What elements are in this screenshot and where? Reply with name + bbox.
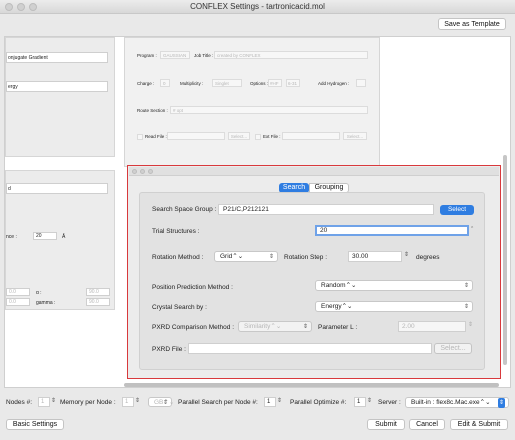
chevron-updown-icon: ⇕	[463, 283, 469, 289]
memory-input[interactable]: 1	[122, 397, 134, 407]
vertical-scrollbar[interactable]	[503, 155, 507, 365]
crystal-search-by-value: Energy	[321, 303, 342, 310]
left-d-field[interactable]: d	[6, 183, 108, 194]
parallel-search-stepper-icon[interactable]: ⇕	[277, 397, 282, 404]
server-select[interactable]: Built-in : flex8c.Mac.exe ⇕	[405, 397, 509, 408]
basis-set-input[interactable]: 6-31	[286, 79, 300, 87]
submit-button[interactable]: Submit	[367, 419, 405, 430]
program-label: Program :	[137, 53, 157, 58]
server-label: Server :	[378, 399, 401, 406]
space-group-select-button[interactable]: Select	[440, 205, 474, 215]
pxrd-file-label: PXRD File :	[152, 346, 186, 353]
multiplicity-select[interactable]: Singlet	[212, 79, 242, 87]
read-file-input[interactable]	[167, 132, 225, 140]
position-prediction-value: Random	[321, 282, 346, 289]
program-select[interactable]: GAUSSIAN	[160, 51, 190, 59]
rotation-step-label: Rotation Step :	[284, 254, 327, 261]
left-value-1[interactable]: 0.0	[6, 288, 30, 296]
parallel-optimize-input[interactable]: 1	[354, 397, 366, 407]
chevron-updown-icon: ⇕	[268, 254, 274, 260]
parallel-search-input[interactable]: 1	[264, 397, 276, 407]
parameter-l-input[interactable]: 2.00	[398, 321, 466, 332]
left-value-3[interactable]: 90.0	[86, 288, 110, 296]
energy-field[interactable]: ergy	[6, 81, 108, 92]
charge-input[interactable]: 0	[160, 79, 170, 87]
crystal-subwindow-titlebar	[129, 167, 499, 176]
memory-stepper-icon[interactable]: ⇕	[135, 397, 140, 404]
left-value-4[interactable]: 90.0	[86, 298, 110, 306]
space-group-label: Search Space Group :	[152, 206, 217, 213]
rotation-step-stepper-icon[interactable]: ⇕	[404, 251, 409, 258]
subwindow-minimize-button[interactable]	[140, 169, 145, 174]
job-title-input[interactable]: created by CONFLEX	[214, 51, 368, 59]
multiplicity-label: Multiplicity :	[180, 81, 204, 86]
pxrd-file-input[interactable]	[188, 343, 432, 354]
pxrd-method-select[interactable]: Similarity ⇕	[238, 321, 312, 332]
ext-file-label: Ext File :	[263, 134, 281, 139]
chevron-updown-icon: ⇕	[302, 324, 308, 330]
left-nce-label: nce :	[6, 234, 17, 240]
parameter-l-stepper-icon[interactable]: ⇕	[468, 321, 473, 328]
basic-settings-button[interactable]: Basic Settings	[6, 419, 64, 430]
chevron-updown-icon: ⇕	[162, 400, 168, 406]
charge-label: Charge :	[137, 81, 155, 86]
pxrd-method-label: PXRD Comparison Method :	[152, 324, 235, 331]
ext-file-checkbox[interactable]	[255, 134, 261, 140]
position-prediction-select[interactable]: Random ⇕	[315, 280, 473, 291]
chevron-updown-icon: ⇕	[463, 304, 469, 310]
rotation-method-label: Rotation Method :	[152, 254, 204, 261]
route-section-input[interactable]: # opt	[170, 106, 368, 114]
trial-structures-label: Trial Structures :	[152, 228, 200, 235]
degrees-label: degrees	[416, 254, 440, 261]
left-angstrom-unit: Å	[62, 234, 66, 240]
ext-file-input[interactable]	[282, 132, 340, 140]
server-value: Built-in : flex8c.Mac.exe	[411, 399, 480, 406]
nodes-label: Nodes #:	[6, 399, 33, 406]
rotation-method-select[interactable]: Grid ⇕	[214, 251, 278, 262]
add-hydrogen-label: Add Hydrogen :	[318, 81, 350, 86]
route-section-label: Route Section :	[137, 108, 168, 113]
position-prediction-label: Position Prediction Method :	[152, 284, 233, 291]
options-method-input[interactable]: #HF	[268, 79, 282, 87]
parallel-search-label: Parallel Search per Node #:	[178, 399, 258, 406]
left-gamma-label: gamma :	[36, 300, 56, 306]
save-as-template-button[interactable]: Save as Template	[438, 18, 506, 30]
memory-per-node-label: Memory per Node :	[60, 399, 116, 406]
rotation-step-input[interactable]: 30.00	[348, 251, 402, 262]
left-nce-input[interactable]: 20	[33, 232, 57, 240]
space-group-input[interactable]: P21/C,P212121	[218, 204, 434, 215]
rotation-method-value: Grid	[220, 253, 233, 260]
crystal-search-by-select[interactable]: Energy ⇕	[315, 301, 473, 312]
read-file-checkbox[interactable]	[137, 134, 143, 140]
edit-submit-button[interactable]: Edit & Submit	[450, 419, 508, 430]
chevron-updown-icon: ⇕	[497, 398, 505, 408]
left-alpha-label: ɑ :	[36, 290, 42, 296]
parameter-l-label: Parameter L :	[318, 324, 358, 331]
parallel-optimize-stepper-icon[interactable]: ⇕	[367, 397, 372, 404]
subwindow-zoom-button[interactable]	[148, 169, 153, 174]
optimization-method-field[interactable]: onjugate Gradient	[6, 52, 108, 63]
nodes-stepper-icon[interactable]: ⇕	[51, 397, 56, 404]
parallel-optimize-label: Parallel Optimize #:	[290, 399, 347, 406]
read-file-label: Read File :	[145, 134, 167, 139]
options-label: Options :	[250, 81, 269, 86]
trial-structures-stepper-icon[interactable]: ⌃	[470, 226, 474, 232]
cancel-button[interactable]: Cancel	[409, 419, 445, 430]
left-value-2[interactable]: 0.0	[6, 298, 30, 306]
memory-unit-select[interactable]: GB ⇕	[148, 397, 172, 407]
trial-structures-input[interactable]: 20	[315, 225, 469, 236]
horizontal-scrollbar[interactable]	[124, 383, 499, 387]
ext-file-select-button[interactable]: Select...	[343, 132, 367, 140]
add-hydrogen-input[interactable]	[356, 79, 366, 87]
subwindow-close-button[interactable]	[132, 169, 137, 174]
job-title-label: Job Title :	[194, 53, 214, 58]
pxrd-method-value: Similarity	[244, 323, 271, 330]
nodes-input[interactable]: 1	[38, 397, 50, 407]
window-title: CONFLEX Settings - tartronicacid.mol	[190, 2, 325, 11]
pxrd-file-select-button[interactable]: Select...	[434, 343, 472, 354]
crystal-search-by-label: Crystal Search by :	[152, 304, 207, 311]
read-file-select-button[interactable]: Select...	[228, 132, 250, 140]
